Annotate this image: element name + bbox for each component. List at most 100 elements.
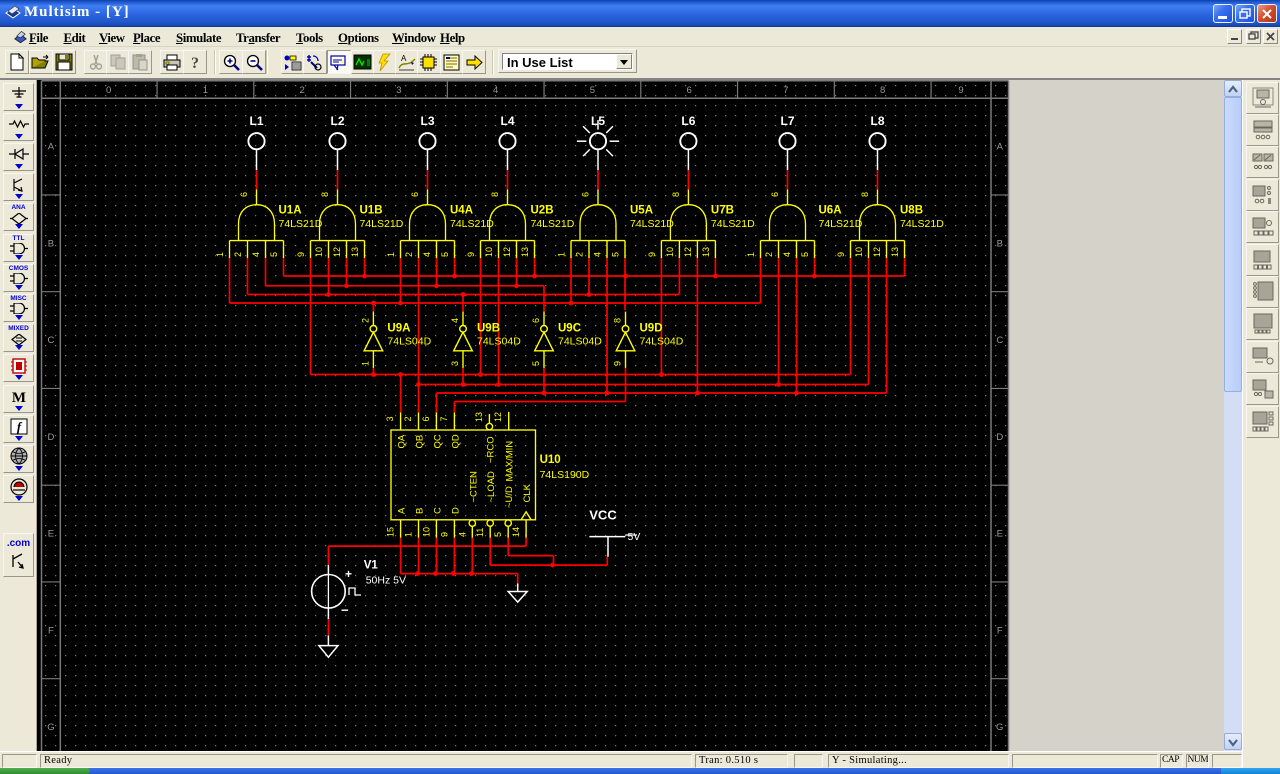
svg-text:4: 4 [450,318,460,323]
svg-text:U8B: U8B [900,205,923,217]
svg-text:C: C [47,335,54,346]
svg-text:7: 7 [783,85,788,96]
svg-text:74LS04D: 74LS04D [477,336,521,348]
svg-text:74LS190D: 74LS190D [540,469,590,481]
svg-text:4: 4 [457,532,467,537]
svg-text:F: F [997,625,1003,636]
svg-text:B: B [415,508,426,514]
svg-text:L8: L8 [870,114,884,128]
svg-text:13: 13 [520,247,530,257]
svg-text:U9C: U9C [558,323,581,335]
svg-text:74LS04D: 74LS04D [387,336,431,348]
svg-text:7: 7 [439,416,449,421]
svg-text:9: 9 [958,85,963,96]
svg-text:U4A: U4A [450,205,473,217]
svg-text:1: 1 [203,85,208,96]
svg-text:74LS21D: 74LS21D [279,218,323,230]
svg-text:U1A: U1A [279,205,302,217]
svg-text:U5A: U5A [630,205,653,217]
svg-text:10: 10 [421,527,431,537]
svg-text:6: 6 [239,192,249,197]
svg-text:74LS21D: 74LS21D [630,218,674,230]
svg-text:2: 2 [404,252,414,257]
svg-text:L7: L7 [780,114,794,128]
svg-text:E: E [48,529,54,540]
svg-text:E: E [997,529,1003,540]
svg-text:5: 5 [800,252,810,257]
svg-text:+: + [345,567,352,581]
svg-text:74LS21D: 74LS21D [711,218,755,230]
svg-text:11: 11 [475,528,485,537]
svg-text:A: A [48,142,55,153]
svg-text:G: G [47,722,54,733]
svg-text:12: 12 [502,247,512,257]
svg-text:1: 1 [557,252,567,257]
svg-text:13: 13 [890,247,900,257]
svg-text:U2B: U2B [531,205,554,217]
svg-text:~U/D: ~U/D [504,486,515,508]
svg-text:4: 4 [782,252,792,257]
svg-text:5: 5 [493,532,503,537]
svg-text:74LS21D: 74LS21D [819,218,863,230]
svg-text:4: 4 [251,252,261,257]
svg-text:4: 4 [422,252,432,257]
svg-text:5: 5 [611,252,621,257]
svg-text:L3: L3 [420,114,434,128]
svg-text:12: 12 [683,247,693,257]
svg-text:8: 8 [613,318,623,323]
svg-text:3: 3 [396,85,401,96]
svg-text:10: 10 [314,247,324,257]
svg-text:D: D [996,432,1003,443]
svg-text:L6: L6 [681,114,695,128]
svg-text:L2: L2 [330,114,344,128]
svg-text:6: 6 [421,416,431,421]
svg-text:13: 13 [350,247,360,257]
svg-text:MAX/MIN: MAX/MIN [505,441,516,482]
svg-text:1: 1 [360,361,370,366]
svg-text:U1B: U1B [360,205,383,217]
svg-text:~CTEN: ~CTEN [468,471,479,503]
svg-text:L1: L1 [249,114,263,128]
svg-text:QA: QA [397,434,408,448]
svg-text:15: 15 [386,527,396,537]
svg-text:50Hz 5V: 50Hz 5V [366,575,406,587]
svg-text:9: 9 [466,252,476,257]
svg-text:4: 4 [593,252,603,257]
svg-text:1: 1 [386,252,396,257]
svg-text:9: 9 [439,532,449,537]
svg-text:2: 2 [233,252,243,257]
svg-text:V1: V1 [364,560,379,572]
svg-text:9: 9 [296,252,306,257]
svg-text:M: M [11,390,25,405]
svg-text:QB: QB [415,435,426,449]
svg-text:5V: 5V [628,531,641,543]
svg-text:6: 6 [531,318,541,323]
svg-text:A: A [997,142,1004,153]
svg-text:QD: QD [450,434,461,448]
svg-text:10: 10 [854,247,864,257]
svg-text:2: 2 [300,85,305,96]
svg-text:−: − [341,603,349,618]
svg-text:13: 13 [474,412,484,422]
svg-text:10: 10 [665,247,675,257]
svg-text:8: 8 [490,192,500,197]
svg-text:B: B [997,238,1003,249]
svg-text:6: 6 [770,192,780,197]
svg-text:VCC: VCC [589,508,617,523]
svg-text:0: 0 [106,85,111,96]
svg-text:5: 5 [440,252,450,257]
svg-text:12: 12 [493,412,503,422]
svg-text:2: 2 [764,252,774,257]
svg-text:L4: L4 [500,114,514,128]
svg-text:14: 14 [511,527,521,537]
svg-text:8: 8 [320,192,330,197]
svg-text:6: 6 [687,85,692,96]
svg-text:74LS04D: 74LS04D [640,336,684,348]
svg-text:8: 8 [860,192,870,197]
svg-text:12: 12 [872,247,882,257]
svg-text:13: 13 [701,247,711,257]
svg-text:1: 1 [746,252,756,257]
svg-text:U9A: U9A [387,323,410,335]
svg-text:3: 3 [385,416,395,421]
svg-text:1: 1 [404,532,414,537]
